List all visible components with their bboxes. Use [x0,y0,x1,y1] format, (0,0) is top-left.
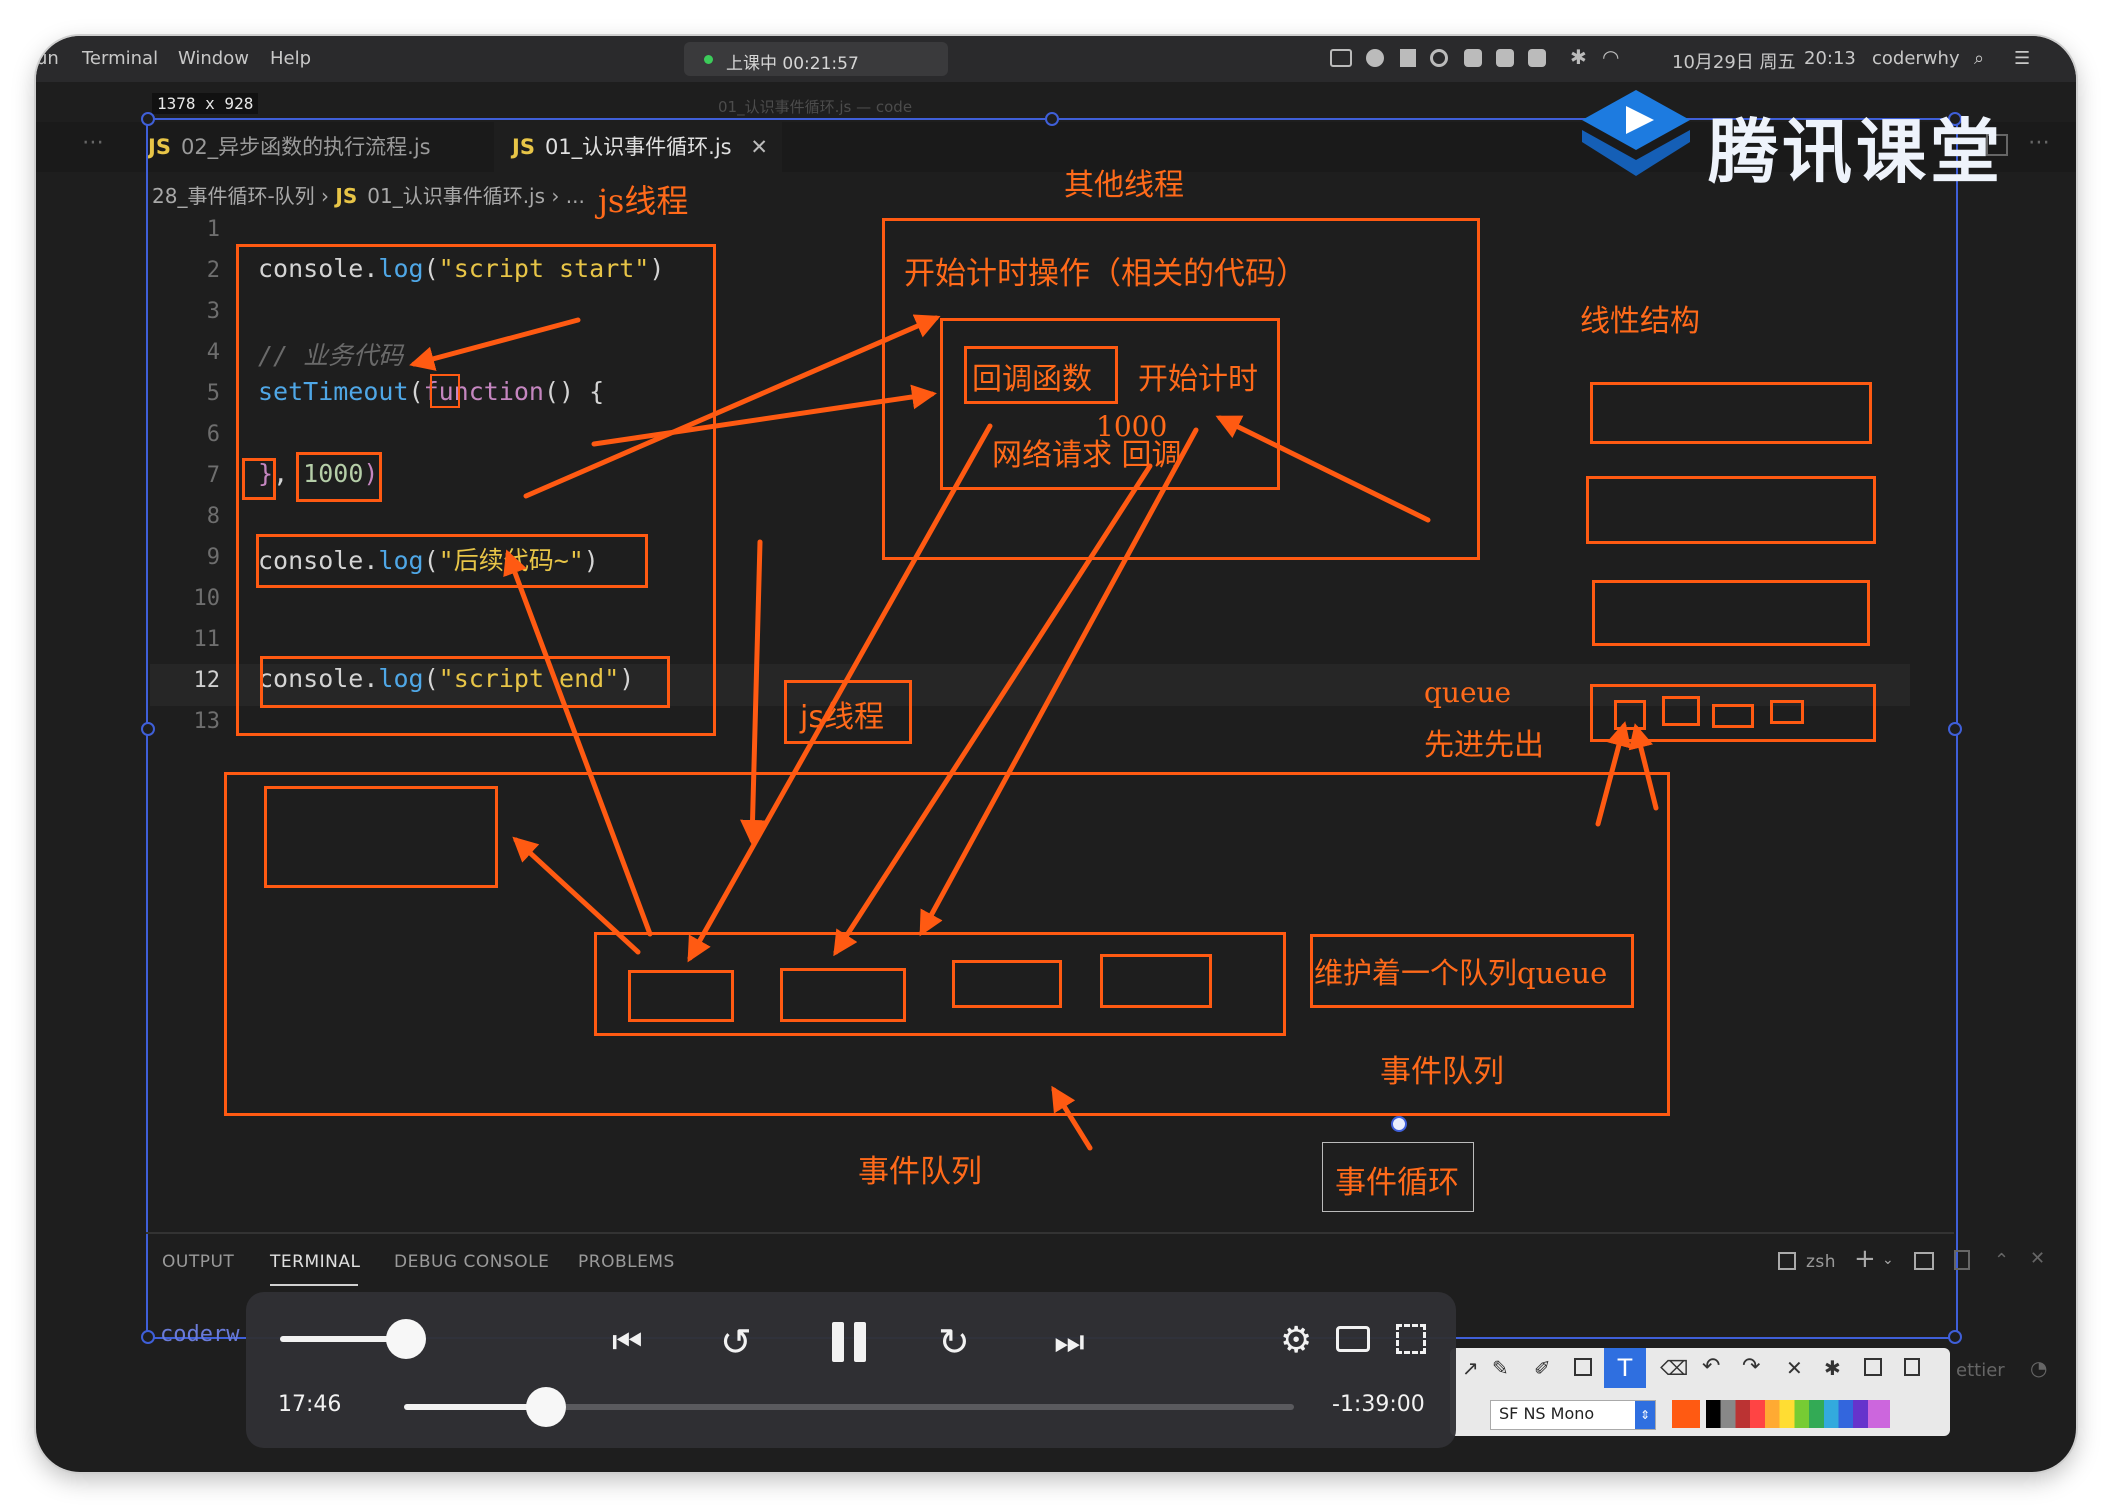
progress-knob[interactable] [526,1387,567,1427]
status-time: 20:13 [1804,48,1856,69]
terminal-icon [1778,1252,1796,1270]
prettier-partial: ettier [1956,1360,2005,1381]
more-actions-icon[interactable]: ⋯ [2028,130,2050,155]
save-icon[interactable] [1864,1358,1882,1376]
panel-divider [146,1232,1954,1234]
resize-handle[interactable] [141,722,155,736]
shell-name[interactable]: zsh [1806,1252,1836,1272]
resize-handle[interactable] [1948,1330,1962,1344]
panel-tab-output[interactable]: OUTPUT [162,1252,234,1272]
skip-back-icon[interactable]: ⏮ [612,1322,643,1362]
skip-forward-icon[interactable]: ⏭ [1054,1322,1085,1362]
status-icon[interactable] [1330,49,1352,67]
window-title: 01_认识事件循环.js — code [718,98,913,116]
status-icon[interactable] [1400,49,1416,67]
resize-handle[interactable] [1948,722,1962,736]
trash-icon[interactable] [1954,1250,1970,1270]
tab-overflow-icon[interactable]: ⋯ [82,130,104,155]
picture-in-picture-icon[interactable] [1336,1326,1370,1352]
tencent-classroom-logo-text: 腾讯课堂 [1708,111,2004,193]
highlighter-tool-icon[interactable]: ✐ [1534,1356,1551,1380]
arrow-tool-icon[interactable]: ↗ [1462,1356,1479,1380]
panel-tab-problems[interactable]: PROBLEMS [578,1252,675,1272]
chevron-up-icon[interactable]: ⌃ [1994,1250,2009,1271]
recording-label: 上课中 00:21:57 [726,54,859,74]
status-icons: ✱ ◠ [1330,45,1710,69]
resize-handle[interactable] [141,112,155,126]
eraser-tool-icon[interactable]: ⌫ [1660,1356,1688,1380]
tencent-classroom-logo-icon [1582,90,1690,176]
video-player: ⏮ ↺ ↻ ⏭ ⚙ 17:46 -1:39:00 [246,1292,1456,1448]
menu-partial[interactable]: un [36,48,59,69]
chevron-down-icon[interactable]: ⌄ [1882,1252,1894,1268]
progress-slider[interactable] [404,1387,1294,1427]
text-tool-icon[interactable]: T [1604,1348,1646,1388]
forward-icon[interactable]: ↻ [938,1320,970,1364]
select-stepper-icon: ⇕ [1635,1401,1655,1429]
wifi-icon[interactable]: ◠ [1602,45,1619,69]
rewind-icon[interactable]: ↺ [720,1320,752,1364]
menu-bar: un Terminal Window Help 上课中 00:21:57 ✱ ◠… [36,36,2076,82]
active-tab-underline [270,1284,358,1286]
fullscreen-icon[interactable] [1396,1324,1426,1354]
bluetooth-icon[interactable]: ✱ [1570,45,1587,69]
volume-slider[interactable] [280,1319,426,1359]
clear-icon[interactable]: ✕ [1786,1356,1803,1380]
close-panel-icon[interactable]: ✕ [2030,1248,2045,1269]
new-terminal-icon[interactable]: + [1854,1244,1876,1274]
status-icon[interactable] [1430,49,1448,67]
current-color-swatch[interactable] [1672,1400,1700,1428]
resize-handle[interactable] [141,1330,155,1344]
status-icon[interactable] [1496,49,1514,67]
status-icon[interactable] [1464,49,1482,67]
menu-help[interactable]: Help [270,48,311,69]
split-terminal-icon[interactable] [1914,1252,1934,1270]
volume-knob[interactable] [386,1319,426,1359]
recording-dot-icon [704,55,713,64]
panel-tab-terminal[interactable]: TERMINAL [270,1252,360,1272]
terminal-prompt[interactable]: coderw [160,1322,239,1347]
color-palette[interactable] [1706,1400,1890,1428]
bell-icon[interactable]: ◔ [2030,1356,2047,1380]
progress-fill [404,1404,547,1410]
settings-gear-icon[interactable]: ⚙ [1280,1320,1312,1361]
pen-tool-icon[interactable]: ✎ [1492,1356,1509,1380]
pause-icon[interactable] [832,1322,868,1362]
selection-frame[interactable] [146,118,1958,1339]
copy-icon[interactable] [1904,1358,1920,1376]
recording-pill[interactable]: 上课中 00:21:57 [684,42,948,76]
resize-handle[interactable] [1045,112,1059,126]
search-icon[interactable]: ⌕ [1974,48,1984,69]
elapsed-time: 17:46 [278,1392,342,1417]
font-select-value: SF NS Mono [1499,1404,1595,1423]
menu-window[interactable]: Window [178,48,249,69]
redo-icon[interactable]: ↷ [1742,1354,1760,1379]
status-date: 10月29日 周五 [1672,52,1796,73]
status-user: coderwhy [1872,48,1960,69]
menu-terminal[interactable]: Terminal [82,48,158,69]
pin-icon[interactable]: ✱ [1824,1356,1841,1380]
font-select[interactable]: SF NS Mono ⇕ [1490,1400,1656,1430]
toolbar-row: ↗ ✎ ✐ T ⌫ ↶ ↷ ✕ ✱ [1450,1348,1950,1388]
status-icon[interactable] [1366,49,1384,67]
panel-tab-debug-console[interactable]: DEBUG CONSOLE [394,1252,549,1272]
undo-icon[interactable]: ↶ [1702,1354,1720,1379]
shape-tool-icon[interactable] [1574,1358,1592,1376]
canvas-size-label: 1378 x 928 [152,93,259,114]
drawing-toolbar: ↗ ✎ ✐ T ⌫ ↶ ↷ ✕ ✱ SF NS Mono ⇕ [1450,1348,1950,1436]
control-center-icon[interactable]: ☰ [2014,48,2030,69]
remaining-time: -1:39:00 [1332,1392,1425,1417]
status-icon[interactable] [1528,49,1546,67]
